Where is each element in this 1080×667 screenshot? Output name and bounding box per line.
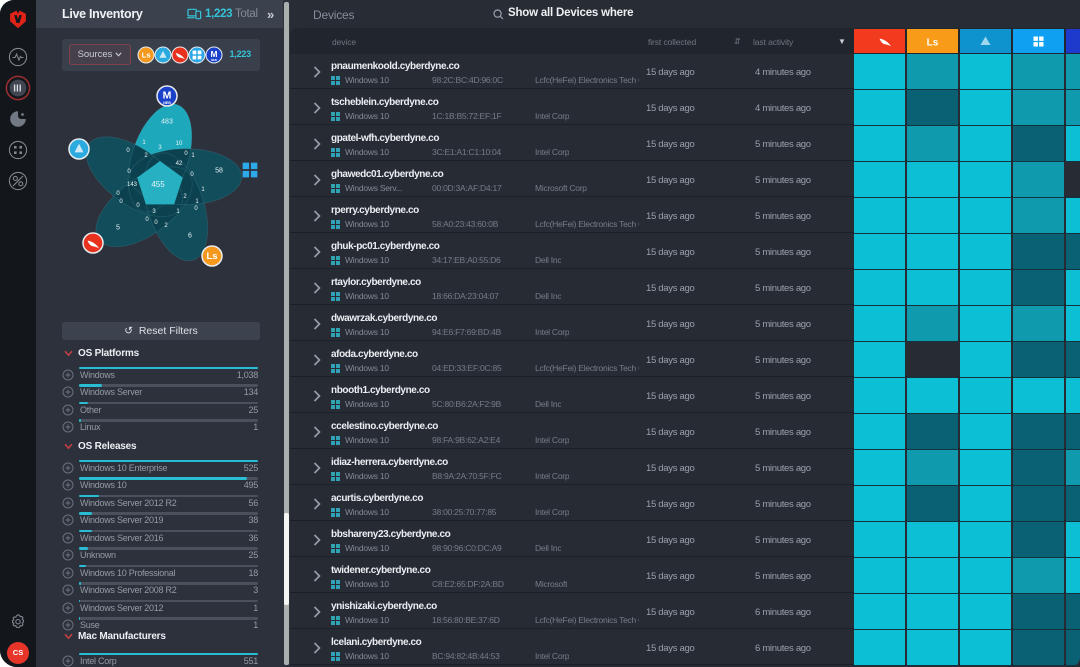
svg-text:Ls: Ls [142,51,151,60]
svg-text:M: M [163,89,172,101]
svg-text:Ls: Ls [927,38,939,49]
svg-text:5: 5 [116,224,120,231]
svg-text:M: M [211,49,218,59]
svg-text:NEB: NEB [211,58,217,62]
svg-text:42: 42 [176,161,183,167]
svg-text:58: 58 [215,167,223,174]
svg-text:455: 455 [151,180,165,189]
svg-text:143: 143 [127,182,138,188]
svg-text:10: 10 [176,141,183,147]
svg-text:6: 6 [188,232,192,239]
svg-text:Ls: Ls [206,251,217,262]
svg-text:483: 483 [161,118,173,125]
svg-text:NEB: NEB [163,101,171,105]
